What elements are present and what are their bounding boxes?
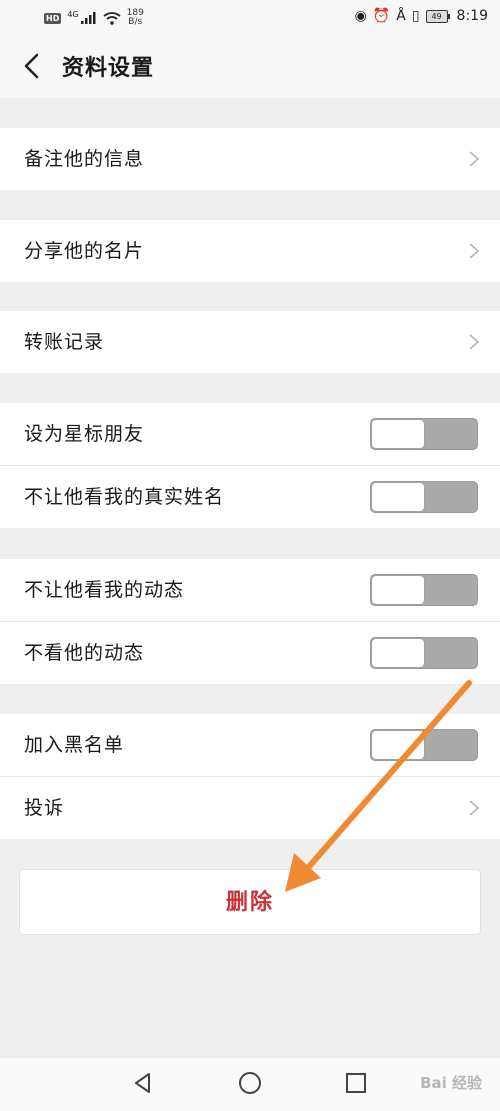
title-bar: 资料设置: [0, 34, 500, 98]
hide-my-moments-toggle[interactable]: [370, 574, 478, 606]
net-speed-unit: B/s: [128, 17, 143, 27]
delete-label: 删除: [225, 890, 274, 915]
toggle-knob: [372, 420, 424, 448]
row-label: 分享他的名片: [24, 240, 145, 262]
row-label: 投诉: [24, 797, 65, 819]
row-blacklist: 加入黑名单: [0, 714, 500, 777]
alarm-icon: ⏰: [372, 8, 391, 24]
row-label: 加入黑名单: [24, 734, 125, 756]
settings-group-remark: 备注他的信息: [0, 128, 500, 190]
wifi-icon: [103, 11, 121, 25]
back-arrow-icon[interactable]: [18, 52, 46, 80]
row-hide-his-moments: 不看他的动态: [0, 622, 500, 684]
row-transfer-records[interactable]: 转账记录: [0, 311, 500, 373]
settings-group-moments: 不让他看我的动态 不看他的动态: [0, 559, 500, 684]
toggle-knob: [372, 576, 424, 604]
row-label: 不看他的动态: [24, 642, 145, 664]
clock: 8:19: [456, 8, 488, 24]
settings-group-blacklist: 加入黑名单 投诉: [0, 714, 500, 839]
signal-icon: [80, 12, 96, 24]
eye-icon: ◉: [354, 8, 367, 24]
net-speed: 189 B/s: [127, 9, 144, 27]
settings-group-star: 设为星标朋友 不让他看我的真实姓名: [0, 403, 500, 528]
row-share-card[interactable]: 分享他的名片: [0, 220, 500, 282]
blacklist-toggle[interactable]: [370, 729, 478, 761]
row-label: 转账记录: [24, 331, 105, 353]
recents-square-icon[interactable]: [343, 1070, 369, 1096]
settings-group-share: 分享他的名片: [0, 220, 500, 282]
chevron-right-icon: [469, 800, 480, 816]
settings-group-transfer: 转账记录: [0, 311, 500, 373]
network-type: 4G: [67, 9, 79, 19]
toggle-knob: [372, 639, 424, 667]
star-friend-toggle[interactable]: [370, 418, 478, 450]
watermark: Bai 经验: [420, 1074, 482, 1092]
status-right: ◉ ⏰ Å ▯ 49 8:19: [355, 8, 488, 24]
hide-his-moments-toggle[interactable]: [370, 637, 478, 669]
delete-button[interactable]: 删除: [19, 869, 481, 935]
battery-icon: 49: [425, 9, 450, 23]
chevron-right-icon: [469, 243, 480, 259]
status-bar: HD 4G 189 B/s ◉ ⏰ Å ▯ 49 8:19: [0, 0, 500, 34]
vibrate-icon: ▯: [411, 8, 420, 24]
system-nav-bar: Bai 经验: [0, 1058, 500, 1111]
toggle-knob: [372, 731, 424, 759]
page-title: 资料设置: [62, 56, 155, 81]
row-hide-real-name: 不让他看我的真实姓名: [0, 466, 500, 528]
row-complain[interactable]: 投诉: [0, 777, 500, 839]
row-remark-info[interactable]: 备注他的信息: [0, 128, 500, 190]
status-left: HD 4G 189 B/s: [44, 9, 144, 27]
row-label: 不让他看我的动态: [24, 579, 185, 601]
row-hide-my-moments: 不让他看我的动态: [0, 559, 500, 622]
chevron-right-icon: [469, 334, 480, 350]
hide-real-name-toggle[interactable]: [370, 481, 478, 513]
bluetooth-icon: Å: [396, 8, 406, 24]
back-triangle-icon[interactable]: [130, 1070, 156, 1096]
row-star-friend: 设为星标朋友: [0, 403, 500, 466]
chevron-right-icon: [469, 151, 480, 167]
row-label: 备注他的信息: [24, 148, 145, 170]
toggle-knob: [372, 483, 424, 511]
hd-badge: HD: [44, 12, 62, 24]
row-label: 设为星标朋友: [24, 423, 145, 445]
home-circle-icon[interactable]: [237, 1070, 263, 1096]
row-label: 不让他看我的真实姓名: [24, 486, 225, 508]
